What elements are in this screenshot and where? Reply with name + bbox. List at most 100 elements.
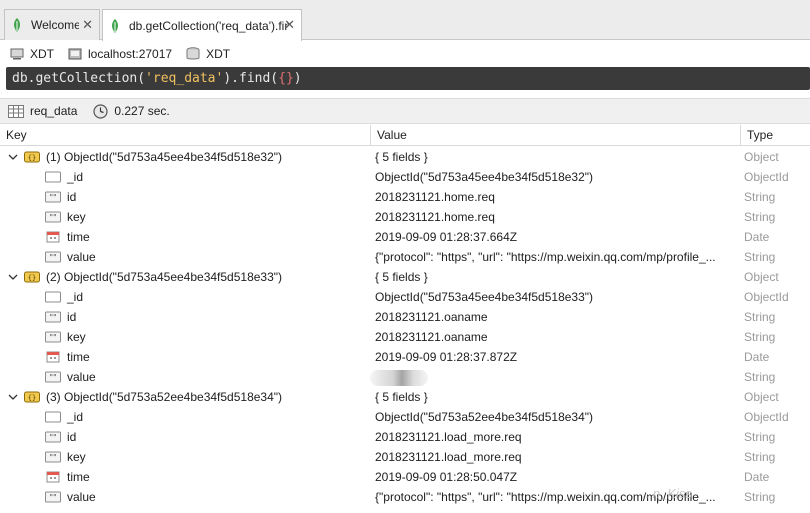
svg-text:"": "": [49, 313, 56, 322]
field-type: Date: [744, 470, 770, 484]
connection-server[interactable]: localhost:27017: [68, 47, 172, 61]
results-table-header: Key Value Type: [0, 125, 810, 146]
field-value: 2019-09-09 01:28:37.872Z: [375, 350, 518, 364]
field-key: _id: [67, 170, 84, 184]
mongodb-leaf-icon: [14, 18, 20, 32]
svg-text:"": "": [49, 333, 56, 342]
field-key: key: [67, 450, 86, 464]
document-row[interactable]: {} (3) ObjectId("5d753a52ee4be34f5d518e34…: [0, 387, 810, 407]
field-key: id: [67, 190, 77, 204]
field-value: ObjectId("5d753a45ee4be34f5d518e32"): [375, 170, 594, 184]
field-value: 2019-09-09 01:28:50.047Z: [375, 470, 518, 484]
document-value: { 5 fields }: [375, 270, 428, 284]
document-row[interactable]: {} (1) ObjectId("5d753a45ee4be34f5d518e32…: [0, 147, 810, 167]
document-value: { 5 fields }: [375, 390, 428, 404]
field-row[interactable]: "" id 2018231121.home.req String: [0, 187, 810, 207]
field-key: _id: [67, 410, 84, 424]
string-icon: "": [45, 371, 61, 383]
document-row[interactable]: {} (2) ObjectId("5d753a45ee4be34f5d518e33…: [0, 267, 810, 287]
date-icon: [46, 351, 60, 363]
field-row[interactable]: time 2019-09-09 01:28:37.872Z Date: [0, 347, 810, 367]
query-method: ).find(: [223, 71, 279, 86]
document-value: { 5 fields }: [375, 150, 428, 164]
field-key: time: [67, 230, 90, 244]
watermark: ...n_Kiss: [642, 486, 692, 501]
close-icon[interactable]: ✕: [284, 18, 295, 31]
field-row[interactable]: "" key 2018231121.home.req String: [0, 207, 810, 227]
field-row[interactable]: "" key 2018231121.oaname String: [0, 327, 810, 347]
tab-welcome[interactable]: Welcome ✕: [4, 9, 100, 40]
document-key: (3) ObjectId("5d753a52ee4be34f5d518e34"): [46, 390, 283, 404]
connection-database[interactable]: XDT: [186, 47, 230, 61]
column-header-key[interactable]: Key: [0, 125, 370, 146]
field-row[interactable]: "" id 2018231121.load_more.req String: [0, 427, 810, 447]
field-key: value: [67, 490, 96, 504]
svg-text:{}: {}: [28, 394, 36, 402]
string-icon: "": [45, 431, 61, 443]
field-row[interactable]: _id ObjectId("5d753a45ee4be34f5d518e32")…: [0, 167, 810, 187]
field-value: ObjectId("5d753a45ee4be34f5d518e33"): [375, 290, 594, 304]
field-row[interactable]: _id ObjectId("5d753a52ee4be34f5d518e34")…: [0, 407, 810, 427]
field-type: String: [744, 190, 776, 204]
results-tree: {} (1) ObjectId("5d753a45ee4be34f5d518e32…: [0, 147, 810, 513]
clock-icon: [93, 103, 108, 119]
svg-text:"": "": [49, 493, 56, 502]
document-key: (1) ObjectId("5d753a45ee4be34f5d518e32"): [46, 150, 283, 164]
field-row[interactable]: "" value {"protocol": "https", "url": "ht…: [0, 247, 810, 267]
query-prefix: db.getCollection(: [12, 71, 146, 86]
chevron-down-icon[interactable]: [8, 272, 18, 282]
objectid-icon: [45, 171, 61, 183]
field-row[interactable]: time 2019-09-09 01:28:50.047Z Date: [0, 467, 810, 487]
string-icon: "": [45, 311, 61, 323]
tab-label: db.getCollection('req_data').fin...: [129, 18, 289, 33]
status-collection-label: req_data: [30, 104, 78, 118]
server-icon: [68, 48, 82, 60]
field-type: String: [744, 490, 776, 504]
field-key: time: [67, 350, 90, 364]
string-icon: "": [45, 251, 61, 263]
field-type: String: [744, 210, 776, 224]
field-value: 2018231121.oaname: [375, 330, 488, 344]
document-type: Object: [744, 150, 779, 164]
connection-database-label: XDT: [206, 47, 231, 61]
connection-bar: XDT localhost:27017 XDT: [0, 41, 810, 67]
field-value: ObjectId("5d753a52ee4be34f5d518e34"): [375, 410, 594, 424]
field-row[interactable]: "" id 2018231121.oaname String: [0, 307, 810, 327]
column-header-value[interactable]: Value: [370, 125, 740, 146]
field-type: ObjectId: [744, 170, 789, 184]
status-time-label: 0.227 sec.: [114, 104, 170, 118]
field-type: String: [744, 450, 776, 464]
field-row[interactable]: "" key 2018231121.load_more.req String: [0, 447, 810, 467]
redacted-value: [370, 370, 428, 386]
status-collection: req_data: [8, 104, 77, 118]
date-icon: [46, 231, 60, 243]
query-editor[interactable]: db.getCollection('req_data').find({}): [6, 67, 810, 90]
string-icon: "": [45, 491, 61, 503]
connection-user[interactable]: XDT: [10, 47, 54, 61]
field-type: String: [744, 430, 776, 444]
svg-text:"": "": [49, 433, 56, 442]
database-icon: [186, 47, 200, 60]
string-icon: "": [45, 211, 61, 223]
mongodb-leaf-icon: [112, 18, 118, 33]
string-icon: "": [45, 191, 61, 203]
field-value: 2019-09-09 01:28:37.664Z: [375, 230, 518, 244]
close-icon[interactable]: ✕: [82, 18, 93, 31]
tab-query[interactable]: db.getCollection('req_data').fin... ✕: [102, 9, 302, 41]
string-icon: "": [45, 331, 61, 343]
query-collection: 'req_data': [145, 71, 224, 86]
field-type: String: [744, 330, 776, 344]
field-row[interactable]: _id ObjectId("5d753a45ee4be34f5d518e33")…: [0, 287, 810, 307]
document-type: Object: [744, 270, 779, 284]
chevron-down-icon[interactable]: [8, 392, 18, 402]
field-key: value: [67, 250, 96, 264]
field-type: ObjectId: [744, 290, 789, 304]
object-icon: {}: [24, 271, 40, 283]
field-key: id: [67, 430, 77, 444]
tab-label: Welcome: [31, 18, 79, 32]
chevron-down-icon[interactable]: [8, 152, 18, 162]
document-key: (2) ObjectId("5d753a45ee4be34f5d518e33"): [46, 270, 283, 284]
column-header-type[interactable]: Type: [740, 125, 810, 146]
field-row[interactable]: time 2019-09-09 01:28:37.664Z Date: [0, 227, 810, 247]
svg-text:"": "": [49, 373, 56, 382]
